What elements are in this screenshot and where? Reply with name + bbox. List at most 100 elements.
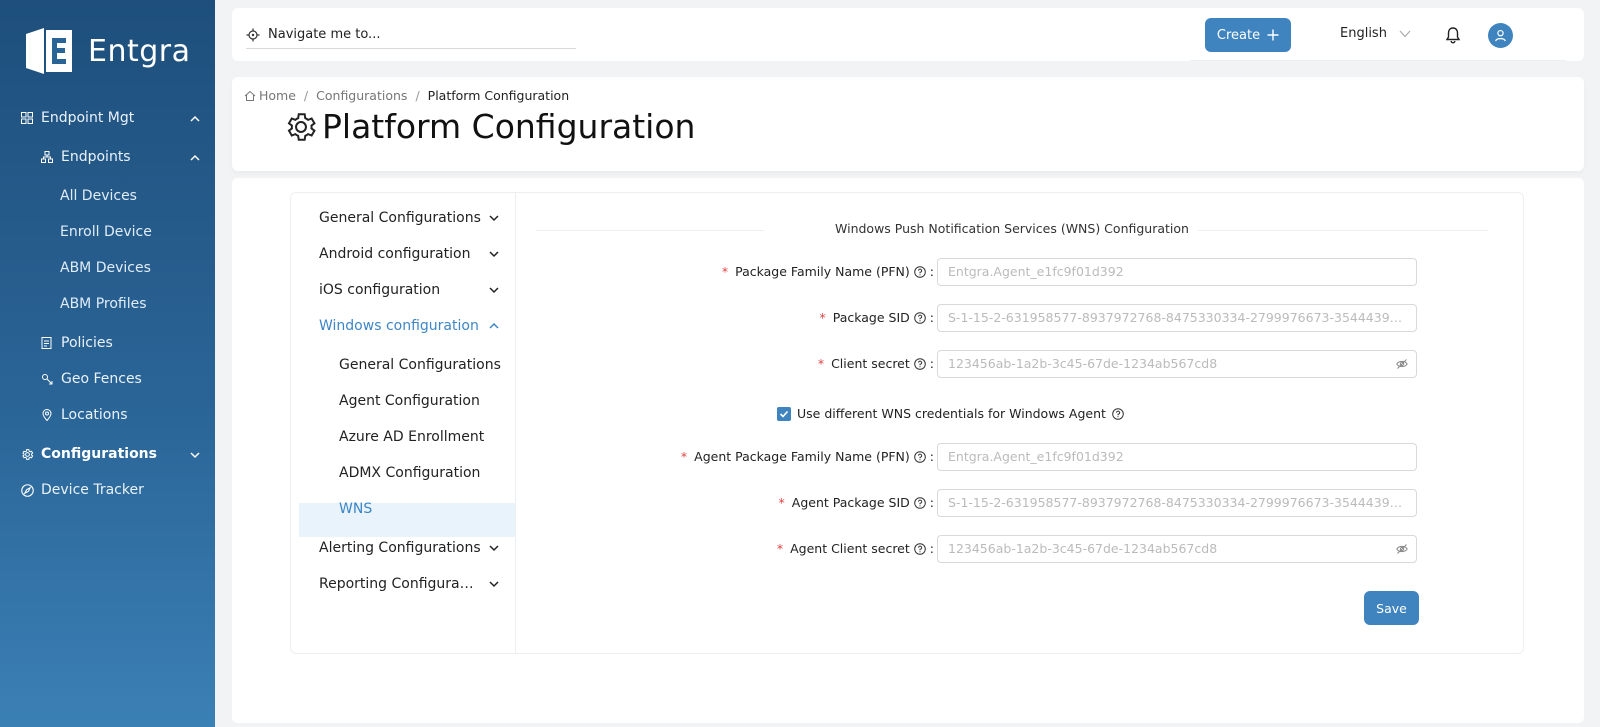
breadcrumb-separator: / bbox=[415, 88, 420, 103]
breadcrumb-home[interactable]: Home bbox=[244, 88, 296, 103]
help-circle-icon[interactable] bbox=[1112, 407, 1124, 420]
breadcrumb-separator: / bbox=[303, 88, 309, 103]
breadcrumb: Home / Configurations / Platform Configu… bbox=[244, 88, 569, 103]
sidebar-item-label: Endpoint Mgt bbox=[41, 110, 135, 126]
field-label: * Agent Package SID : bbox=[778, 495, 934, 510]
sidebar-item-label: ABM Devices bbox=[60, 260, 151, 276]
sidebar-item-endpoint-mgt[interactable]: Endpoint Mgt bbox=[20, 110, 200, 126]
policy-icon bbox=[40, 336, 54, 350]
eye-off-icon[interactable] bbox=[1396, 543, 1408, 555]
help-circle-icon[interactable] bbox=[913, 311, 926, 324]
field-label-text: Agent Client secret bbox=[790, 541, 910, 556]
gear-icon bbox=[287, 112, 316, 141]
entgra-logo-icon bbox=[26, 28, 72, 74]
menu-item-reporting-configurations[interactable]: Reporting Configurations bbox=[319, 576, 499, 592]
sidebar-item-label: Locations bbox=[61, 407, 128, 423]
user-icon bbox=[1495, 29, 1506, 42]
user-avatar[interactable] bbox=[1488, 23, 1513, 48]
wns-agent-credentials-checkbox[interactable] bbox=[777, 406, 791, 421]
page-title-text: Platform Configuration bbox=[322, 107, 696, 146]
help-circle-icon[interactable] bbox=[913, 450, 926, 463]
chevron-down-icon bbox=[1399, 30, 1411, 37]
gear-icon bbox=[20, 447, 34, 461]
chevron-down-icon bbox=[489, 215, 499, 222]
sidebar: Entgra Endpoint Mgt Endpoints All Device… bbox=[0, 0, 215, 727]
sidebar-item-all-devices[interactable]: All Devices bbox=[60, 188, 137, 204]
home-icon bbox=[244, 90, 256, 101]
grid-icon bbox=[20, 111, 34, 125]
package-sid-input[interactable]: S-1-15-2-631958577-8937972768-8475330334… bbox=[937, 304, 1417, 332]
help-circle-icon[interactable] bbox=[913, 265, 926, 278]
form-row-client-secret: * Client secret : bbox=[291, 350, 934, 378]
chevron-up-icon bbox=[190, 154, 200, 161]
sidebar-item-enroll-device[interactable]: Enroll Device bbox=[60, 224, 152, 240]
field-label: * Package SID : bbox=[819, 310, 934, 325]
agent-client-secret-input[interactable]: 123456ab-1a2b-3c45-67de-1234ab567cd8 bbox=[937, 535, 1417, 563]
crosshair-icon bbox=[246, 28, 260, 41]
top-bar: Navigate me to... Create English bbox=[232, 8, 1584, 61]
form-row-pfn: * Package Family Name (PFN) : bbox=[291, 258, 934, 286]
help-circle-icon[interactable] bbox=[913, 542, 926, 555]
sidebar-item-configurations[interactable]: Configurations bbox=[20, 446, 200, 462]
submenu-item-agent-configuration[interactable]: Agent Configuration bbox=[339, 393, 480, 409]
field-label: * Package Family Name (PFN) : bbox=[721, 264, 934, 279]
sidebar-item-label: Configurations bbox=[41, 446, 157, 462]
geofence-icon bbox=[40, 372, 54, 386]
menu-item-general-configurations[interactable]: General Configurations bbox=[319, 210, 499, 226]
form-row-agent-client-secret: * Agent Client secret : bbox=[291, 535, 934, 563]
sidebar-item-abm-devices[interactable]: ABM Devices bbox=[60, 260, 151, 276]
chevron-down-icon bbox=[190, 452, 200, 459]
sidebar-item-label: Endpoints bbox=[61, 149, 131, 165]
menu-item-label: Reporting Configurations bbox=[319, 576, 479, 592]
create-button-label: Create bbox=[1216, 27, 1261, 43]
page-header: Home / Configurations / Platform Configu… bbox=[232, 77, 1584, 171]
field-label: * Agent Client secret : bbox=[776, 541, 934, 556]
save-button[interactable]: Save bbox=[1364, 591, 1419, 625]
field-label-text: Package SID bbox=[832, 310, 910, 325]
divider bbox=[1198, 230, 1488, 231]
field-label: * Client secret : bbox=[817, 356, 934, 371]
check-icon bbox=[779, 410, 789, 418]
breadcrumb-home-label: Home bbox=[259, 88, 296, 103]
pfn-input[interactable]: Entgra.Agent_e1fc9f01d392 bbox=[937, 258, 1417, 286]
breadcrumb-configurations[interactable]: Configurations bbox=[316, 88, 407, 103]
wns-agent-credentials-checkbox-row[interactable]: Use different WNS credentials for Window… bbox=[777, 406, 1124, 421]
sidebar-item-endpoints[interactable]: Endpoints bbox=[40, 149, 200, 165]
language-select[interactable]: English bbox=[1340, 26, 1411, 41]
agent-pfn-input[interactable]: Entgra.Agent_e1fc9f01d392 bbox=[937, 443, 1417, 471]
sidebar-item-label: Policies bbox=[61, 335, 113, 351]
sidebar-item-label: ABM Profiles bbox=[60, 296, 147, 312]
sidebar-item-locations[interactable]: Locations bbox=[40, 407, 128, 423]
field-label-text: Agent Package Family Name (PFN) bbox=[694, 449, 910, 464]
navigate-search-input[interactable]: Navigate me to... bbox=[246, 21, 576, 49]
menu-item-label: General Configurations bbox=[319, 210, 481, 226]
sidebar-item-abm-profiles[interactable]: ABM Profiles bbox=[60, 296, 147, 312]
form-row-agent-pfn: * Agent Package Family Name (PFN) : bbox=[291, 443, 934, 471]
agent-package-sid-input[interactable]: S-1-15-2-631958577-8937972768-8475330334… bbox=[937, 489, 1417, 517]
create-button[interactable]: Create bbox=[1205, 18, 1291, 52]
checkbox-label: Use different WNS credentials for Window… bbox=[797, 406, 1106, 421]
agent-client-secret-placeholder: 123456ab-1a2b-3c45-67de-1234ab567cd8 bbox=[948, 541, 1218, 556]
config-card: General Configurations Android configura… bbox=[290, 192, 1524, 654]
section-title-text: Windows Push Notification Services (WNS)… bbox=[835, 221, 1189, 236]
compass-icon bbox=[20, 483, 34, 497]
client-secret-input[interactable]: 123456ab-1a2b-3c45-67de-1234ab567cd8 bbox=[937, 350, 1417, 378]
language-value: English bbox=[1340, 26, 1387, 41]
form-row-package-sid: * Package SID : bbox=[291, 304, 934, 332]
sidebar-item-device-tracker[interactable]: Device Tracker bbox=[20, 482, 144, 498]
help-circle-icon[interactable] bbox=[913, 496, 926, 509]
eye-off-icon[interactable] bbox=[1396, 358, 1408, 370]
chevron-up-icon bbox=[190, 115, 200, 122]
help-circle-icon[interactable] bbox=[913, 357, 926, 370]
brand[interactable]: Entgra bbox=[22, 24, 191, 78]
plus-icon bbox=[1267, 29, 1279, 41]
sidebar-item-label: Enroll Device bbox=[60, 224, 152, 240]
chevron-down-icon bbox=[489, 287, 499, 294]
form-row-agent-package-sid: * Agent Package SID : bbox=[291, 489, 934, 517]
brand-name: Entgra bbox=[88, 33, 191, 69]
bell-icon[interactable] bbox=[1444, 26, 1462, 44]
sidebar-item-policies[interactable]: Policies bbox=[40, 335, 113, 351]
section-title: Windows Push Notification Services (WNS)… bbox=[536, 221, 1488, 236]
page-title: Platform Configuration bbox=[284, 107, 695, 146]
sidebar-item-geo-fences[interactable]: Geo Fences bbox=[40, 371, 142, 387]
